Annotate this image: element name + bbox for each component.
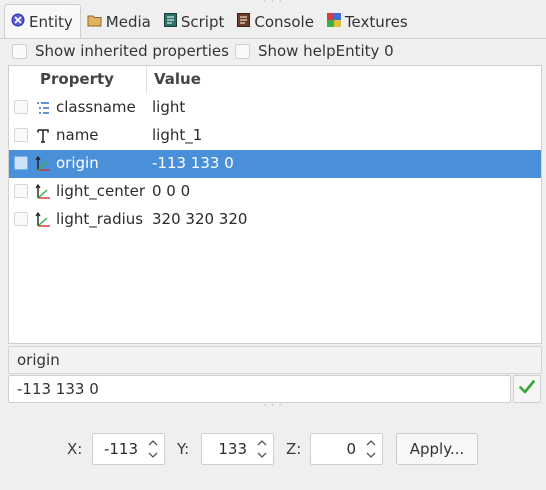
property-name: light_radius [56,210,144,228]
table-row[interactable]: light_center 0 0 0 [9,178,541,206]
spin-arrows-icon[interactable] [147,437,159,461]
property-value: -113 133 0 [152,154,234,172]
axes-icon [35,155,51,172]
console-icon [237,12,251,31]
tab-textures[interactable]: Textures [321,5,415,38]
tab-label: Entity [29,12,73,31]
table-header: Property Value [9,66,541,94]
x-spinbox[interactable]: -113 [92,433,165,465]
textures-icon [326,12,341,31]
property-name: light_center [56,182,146,200]
property-key-field[interactable]: origin [8,346,542,374]
spin-arrows-icon[interactable] [256,437,268,461]
show-help-label: Show help [257,42,336,60]
tab-media[interactable]: Media [81,5,158,38]
options-row: Show inherited properties Show help Enti… [0,40,546,62]
x-label: X: [67,440,83,458]
row-checkbox[interactable] [14,184,28,198]
y-spinbox[interactable]: 133 [201,433,274,465]
show-help-checkbox[interactable] [234,43,250,59]
property-name: name [56,126,99,144]
tab-bar: Entity Media Script Console Textures [4,4,415,38]
z-label: Z: [286,440,302,458]
entity-label: Entity 0 [335,42,394,60]
table-row-selected[interactable]: origin -113 133 0 [9,150,541,178]
entity-inspector: · · · Entity Media Script Console Textur… [0,0,546,490]
column-divider[interactable] [146,66,147,94]
tab-console[interactable]: Console [231,5,321,38]
property-table: Property Value classname light name ligh… [8,65,542,344]
row-checkbox[interactable] [14,156,28,170]
z-value: 0 [346,440,356,458]
table-row[interactable]: light_radius 320 320 320 [9,206,541,234]
show-inherited-label: Show inherited properties [35,42,229,60]
spin-arrows-icon[interactable] [365,437,377,461]
property-name: classname [56,98,136,116]
tab-divider [0,38,546,39]
table-row[interactable]: classname light [9,94,541,122]
property-value: 320 320 320 [152,210,248,228]
tab-entity[interactable]: Entity [4,4,81,38]
z-spinbox[interactable]: 0 [310,433,383,465]
script-icon [163,12,177,31]
checkmark-icon [519,380,535,398]
row-checkbox[interactable] [14,212,28,226]
column-header-property[interactable]: Property [40,70,114,88]
x-value: -113 [103,440,138,458]
property-value-input[interactable]: -113 133 0 [8,375,511,403]
property-value: 0 0 0 [152,182,191,200]
tab-label: Textures [344,12,408,31]
row-checkbox[interactable] [14,100,28,114]
property-value: light_1 [152,126,203,144]
column-header-value[interactable]: Value [154,70,201,88]
list-icon [35,100,51,116]
show-inherited-checkbox[interactable] [12,43,27,59]
tab-script[interactable]: Script [158,5,232,38]
tab-label: Script [180,12,225,31]
axes-icon [35,183,51,200]
property-name: origin [56,154,99,172]
table-row[interactable]: name light_1 [9,122,541,150]
row-checkbox[interactable] [14,128,28,142]
tab-label: Console [254,12,314,31]
splitter-handle[interactable]: · · · [0,402,546,411]
axes-icon [35,211,51,228]
property-value: light [152,98,186,116]
confirm-button[interactable] [513,375,541,403]
tab-label: Media [105,12,151,31]
apply-button[interactable]: Apply... [396,433,478,465]
y-label: Y: [177,440,190,458]
folder-icon [87,13,102,31]
y-value: 133 [218,440,247,458]
entity-icon [11,13,25,31]
text-icon [35,128,51,144]
